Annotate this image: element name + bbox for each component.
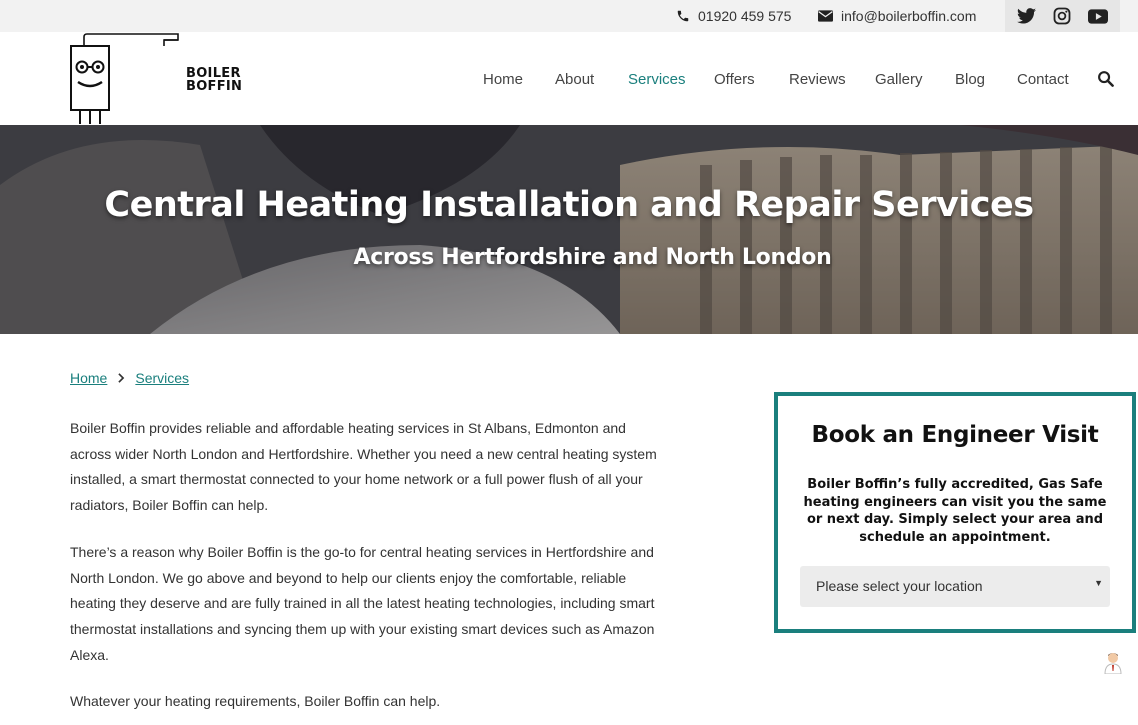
phone-contact[interactable]: 01920 459 575: [676, 0, 791, 32]
location-select[interactable]: Please select your location ▼: [800, 566, 1110, 607]
nav-contact[interactable]: Contact: [1017, 71, 1069, 88]
nav-services[interactable]: Services: [628, 71, 686, 88]
youtube-icon[interactable]: [1087, 8, 1108, 24]
reason-paragraph: There’s a reason why Boiler Boffin is th…: [70, 543, 655, 663]
dropdown-arrow-icon: ▼: [1094, 578, 1103, 588]
hero-overlay: [0, 125, 1138, 334]
main-content: Boiler Boffin provides reliable and affo…: [70, 416, 670, 725]
closing-paragraph: Whatever your heating requirements, Boil…: [70, 693, 441, 710]
phone-number: 01920 459 575: [698, 8, 792, 24]
top-bar: 01920 459 575 info@boilerboffin.com: [0, 0, 1138, 32]
hero-banner: Central Heating Installation and Repair …: [0, 125, 1138, 334]
location-select-value: Please select your location: [816, 578, 983, 594]
breadcrumb-home[interactable]: Home: [70, 370, 107, 386]
instagram-icon[interactable]: [1053, 7, 1071, 25]
twitter-icon[interactable]: [1017, 8, 1037, 24]
email-address: info@boilerboffin.com: [841, 8, 977, 24]
nav-offers[interactable]: Offers: [714, 71, 755, 88]
booking-title: Book an Engineer Visit: [811, 422, 1099, 448]
phone-icon: [677, 10, 689, 22]
intro-paragraph: Boiler Boffin provides reliable and affo…: [70, 420, 657, 514]
social-links: [1005, 0, 1120, 32]
chevron-right-icon: [117, 371, 125, 386]
search-icon[interactable]: [1097, 70, 1114, 92]
booking-widget: Book an Engineer Visit Boiler Boffin’s f…: [774, 392, 1136, 633]
email-contact[interactable]: info@boilerboffin.com: [818, 0, 976, 32]
nav-home[interactable]: Home: [483, 71, 523, 88]
site-header: BOILER BOFFIN Home About Services Offers…: [0, 32, 1138, 125]
nav-about[interactable]: About: [555, 71, 594, 88]
envelope-icon: [818, 10, 833, 22]
chat-agent-icon[interactable]: [1101, 650, 1125, 675]
nav-gallery[interactable]: Gallery: [875, 71, 923, 88]
hero-subtitle: Across Hertfordshire and North London: [353, 245, 832, 270]
breadcrumb: Home Services: [70, 370, 189, 386]
nav-reviews[interactable]: Reviews: [789, 71, 846, 88]
nav-blog[interactable]: Blog: [955, 71, 985, 88]
boiler-boffin-logo[interactable]: BOILER BOFFIN: [68, 32, 242, 125]
logo-line-2: BOFFIN: [186, 79, 243, 94]
breadcrumb-services[interactable]: Services: [135, 370, 189, 386]
booking-description: Boiler Boffin’s fully accredited, Gas Sa…: [803, 477, 1107, 545]
logo-wordmark: BOILER BOFFIN: [186, 67, 242, 93]
hero-title: Central Heating Installation and Repair …: [104, 185, 1034, 225]
